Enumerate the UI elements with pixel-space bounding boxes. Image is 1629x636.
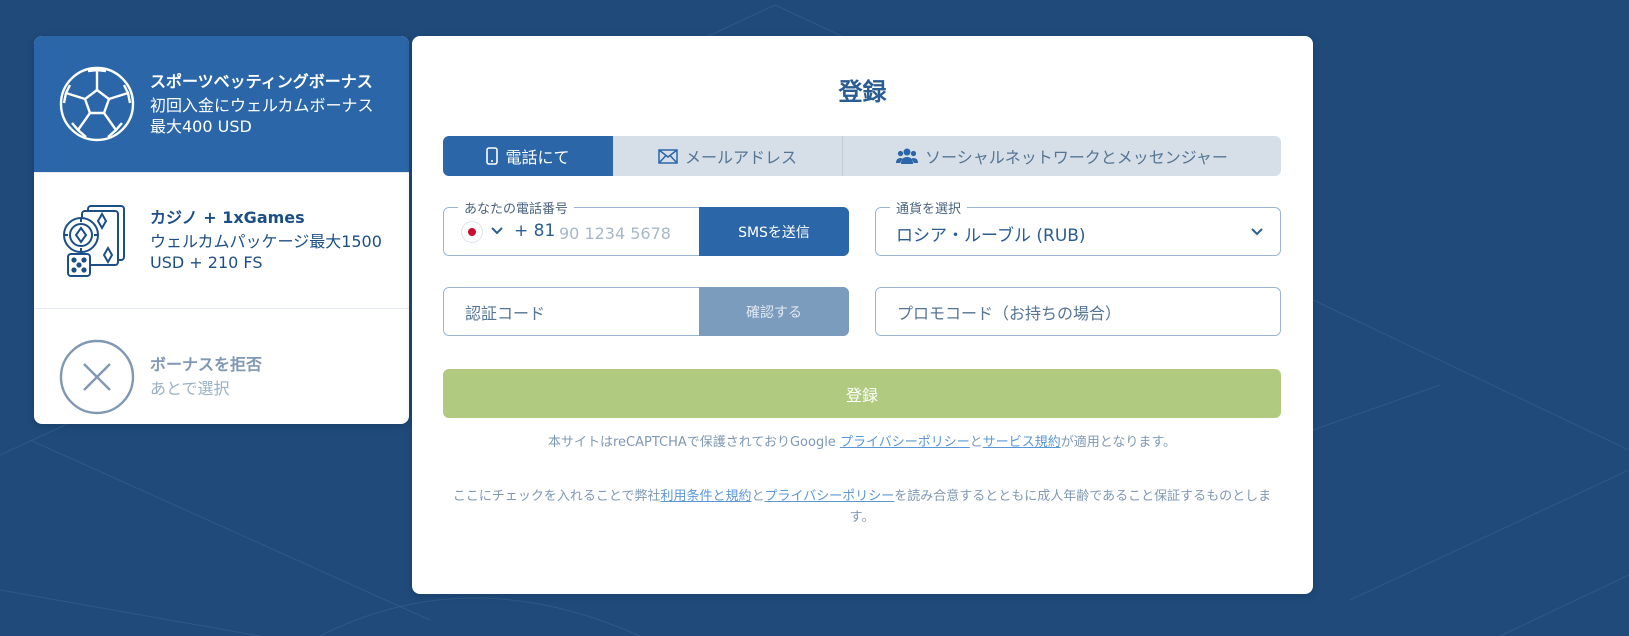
bonus-option-casino[interactable]: カジノ + 1xGames ウェルカムパッケージ最大1500 USD + 210…: [34, 172, 409, 308]
japan-flag-icon[interactable]: [462, 222, 482, 242]
tab-phone[interactable]: 電話にて: [443, 136, 613, 176]
verification-code-input[interactable]: [463, 298, 697, 328]
bonus-description: 初回入金にウェルカムボーナス最大400 USD: [150, 95, 374, 136]
privacy-policy-link[interactable]: プライバシーポリシー: [765, 489, 895, 504]
phone-field: あなたの電話番号 + 81 SMSを送信: [443, 198, 849, 256]
confirm-code-button[interactable]: 確認する: [699, 287, 849, 336]
phone-field-legend: あなたの電話番号: [458, 198, 575, 217]
note-text: と: [969, 435, 983, 450]
privacy-policy-link[interactable]: プライバシーポリシー: [840, 435, 970, 450]
bonus-title: ボーナスを拒否: [150, 354, 263, 374]
note-text: 本サイトはreCAPTCHAで保護されておりGoogle: [547, 435, 840, 450]
chevron-down-icon[interactable]: [490, 226, 504, 236]
currency-select[interactable]: 通貨を選択 ロシア・ルーブル (RUB): [875, 198, 1281, 256]
tab-social[interactable]: ソーシャルネットワークとメッセンジャー: [843, 136, 1281, 176]
bonus-description: あとで選択: [150, 378, 230, 398]
tab-label: ソーシャルネットワークとメッセンジャー: [925, 148, 1228, 167]
currency-field-legend: 通貨を選択: [890, 198, 968, 217]
envelope-icon: [658, 148, 678, 164]
chevron-down-icon: [1251, 228, 1263, 236]
promo-code-field: [875, 287, 1281, 336]
recaptcha-note: 本サイトはreCAPTCHAで保護されておりGoogle プライバシーポリシーと…: [443, 432, 1281, 453]
bonus-option-sports[interactable]: スポーツベッティングボーナス 初回入金にウェルカムボーナス最大400 USD: [34, 36, 409, 172]
register-button[interactable]: 登録: [443, 369, 1281, 418]
bonus-title: カジノ + 1xGames: [150, 208, 305, 227]
promo-code-input[interactable]: [895, 298, 1259, 328]
dial-code: + 81: [514, 221, 556, 241]
consent-note: ここにチェックを入れることで弊社利用条件と規約とプライバシーポリシーを読み合意す…: [443, 486, 1281, 528]
casino-chip-cards-dice-icon: [58, 202, 136, 280]
terms-of-service-link[interactable]: サービス規約: [983, 435, 1061, 450]
soccer-ball-icon: [58, 65, 136, 143]
registration-method-tabs: 電話にて メールアドレス ソーシャルネットワークとメッセンジャー: [443, 136, 1281, 176]
bonus-option-reject[interactable]: ボーナスを拒否 あとで選択: [34, 308, 409, 424]
mobile-phone-icon: [486, 147, 499, 165]
send-sms-button[interactable]: SMSを送信: [699, 207, 849, 256]
note-text: を読み合意するとともに成人年齢であること保証するものとします。: [849, 489, 1272, 525]
terms-and-conditions-link[interactable]: 利用条件と規約: [660, 489, 751, 504]
note-text: が適用となります。: [1060, 435, 1177, 450]
tab-label: メールアドレス: [684, 148, 797, 167]
tab-label: 電話にて: [505, 148, 570, 167]
verification-code-field: 確認する: [443, 287, 849, 336]
currency-value: ロシア・ルーブル (RUB): [896, 226, 1086, 246]
note-text: ここにチェックを入れることで弊社: [452, 489, 661, 504]
registration-panel: 登録 電話にて メールアドレス ソーシャルネットワークとメッセンジャー あなたの…: [412, 36, 1313, 594]
bonus-description: ウェルカムパッケージ最大1500 USD + 210 FS: [150, 232, 382, 272]
close-circle-icon: [58, 338, 136, 416]
bonus-panel: スポーツベッティングボーナス 初回入金にウェルカムボーナス最大400 USD カ…: [34, 36, 409, 424]
note-text: と: [751, 489, 765, 504]
phone-input[interactable]: [557, 218, 696, 248]
users-icon: [896, 147, 919, 165]
bonus-title: スポーツベッティングボーナス: [150, 71, 373, 91]
tab-email[interactable]: メールアドレス: [613, 136, 843, 176]
page-title: 登録: [838, 78, 887, 106]
